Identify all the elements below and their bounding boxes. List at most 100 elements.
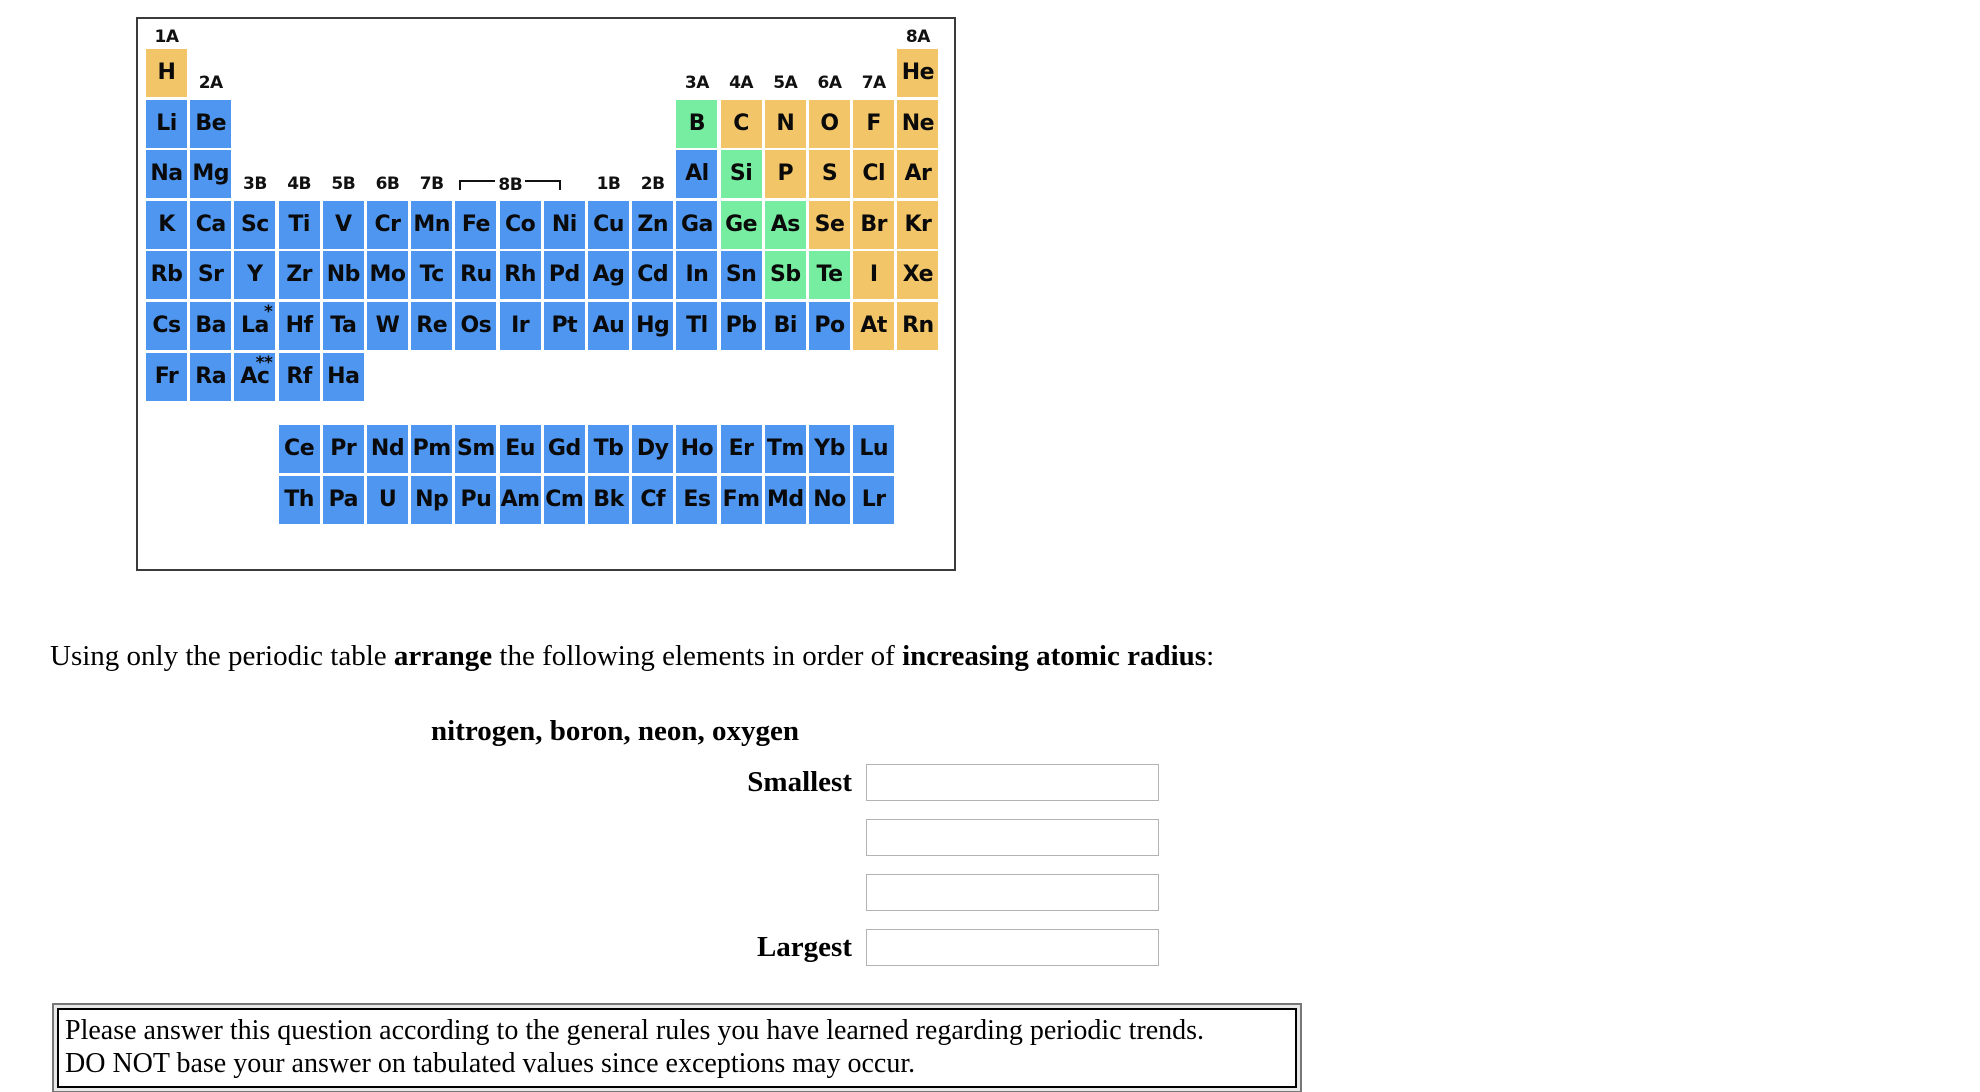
element-cell-i: I [853, 251, 895, 300]
smallest-label: Smallest [747, 766, 852, 798]
element-symbol: At [860, 313, 887, 338]
element-symbol: Sn [725, 262, 757, 288]
element-cell-ar: Ar [897, 150, 939, 199]
element-symbol: Ce [284, 436, 315, 462]
element-footnote-marker: ** [255, 352, 273, 373]
group-label-2a: 2A [198, 73, 224, 93]
element-cell-pt: Pt [543, 302, 585, 350]
element-symbol: Fe [461, 211, 491, 237]
prompt-text-2: the following elements in order of [492, 640, 903, 672]
answer-input-3[interactable] [866, 874, 1159, 911]
element-cell-pr: Pr [322, 425, 364, 474]
element-cell-ga: Ga [676, 200, 718, 249]
element-cell-lu: Lu [853, 425, 895, 474]
question-prompt: Using only the periodic table arrange th… [50, 640, 1214, 673]
element-cell-pm: Pm [411, 425, 453, 474]
group-label-4b: 4B [287, 174, 311, 195]
element-cell-fm: Fm [720, 475, 762, 524]
element-symbol: P [777, 161, 794, 187]
largest-label: Largest [756, 931, 852, 963]
group-label-1b: 1B [596, 174, 621, 195]
element-cell-cu: Cu [588, 200, 629, 249]
element-cell-yb: Yb [809, 425, 850, 474]
element-symbol: Eu [505, 436, 535, 462]
element-footnote-marker: * [264, 302, 273, 322]
element-symbol: Gd [547, 436, 581, 462]
instruction-note-box: Please answer this question according to… [52, 1003, 1302, 1092]
elements-list: nitrogen, boron, neon, oxygen [431, 715, 799, 747]
element-cell-tm: Tm [764, 425, 806, 474]
answer-row-2 [0, 810, 1230, 865]
element-symbol: F [866, 110, 881, 136]
element-symbol: Am [500, 486, 540, 512]
element-cell-se: Se [809, 200, 850, 249]
element-cell-na: Na [146, 150, 187, 199]
element-symbol: Hg [636, 313, 670, 338]
element-symbol: Pb [725, 313, 757, 338]
element-symbol: Y [247, 262, 263, 288]
element-symbol: B [688, 110, 706, 136]
element-cell-dy: Dy [632, 425, 674, 474]
element-cell-he: He [897, 49, 939, 97]
element-cell-ba: Ba [190, 302, 232, 350]
element-cell-s: S [809, 150, 850, 199]
element-symbol: Rh [504, 262, 536, 288]
element-cell-fr: Fr [146, 352, 187, 401]
element-symbol: Ti [288, 211, 310, 237]
element-cell-be: Be [190, 99, 232, 148]
element-cell-la: La * [234, 302, 276, 350]
element-cell-br: Br [853, 200, 895, 249]
element-symbol: Au [592, 313, 625, 338]
element-cell-p: P [764, 150, 806, 199]
element-cell-c: C [720, 99, 762, 148]
element-symbol: Fm [722, 486, 760, 512]
element-symbol: Os [460, 313, 492, 338]
answer-input-1[interactable] [866, 764, 1159, 801]
element-cell-nb: Nb [322, 251, 364, 300]
element-symbol: Pa [328, 486, 359, 512]
element-cell-b: B [676, 99, 718, 148]
element-cell-u: U [367, 475, 408, 524]
element-cell-cs: Cs [146, 302, 187, 350]
element-cell-xe: Xe [897, 251, 939, 300]
element-cell-sm: Sm [455, 425, 497, 474]
element-cell-ag: Ag [588, 251, 629, 300]
element-cell-co: Co [499, 200, 541, 249]
element-symbol: Be [195, 110, 227, 136]
group-label-3b: 3B [242, 174, 267, 195]
element-symbol: Rf [286, 363, 312, 389]
element-symbol: Es [683, 486, 711, 512]
element-symbol: Pd [548, 262, 580, 288]
periodic-table-grid: H He Li Be B C N O F Ne Na Mg Al Si P S Cl Ar K Ca Sc Ti V Cr Mn… [138, 19, 954, 569]
element-cell-am: Am [499, 475, 541, 524]
element-symbol: Cd [637, 262, 669, 288]
element-symbol: Cl [862, 161, 886, 187]
element-cell-o: O [809, 99, 850, 148]
element-symbol: Ir [511, 313, 530, 338]
element-cell-pd: Pd [543, 251, 585, 300]
element-cell-mg: Mg [190, 150, 232, 199]
element-symbol: He [901, 60, 935, 85]
element-symbol: Tc [419, 262, 445, 288]
element-cell-rf: Rf [278, 352, 320, 401]
element-symbol: Po [814, 313, 845, 338]
answer-input-2[interactable] [866, 819, 1159, 856]
element-symbol: Zn [637, 211, 668, 237]
element-cell-zr: Zr [278, 251, 320, 300]
element-symbol: Zr [286, 262, 312, 288]
element-cell-no: No [809, 475, 850, 524]
element-cell-ha: Ha [322, 352, 364, 401]
group-label-3a: 3A [684, 73, 710, 93]
element-symbol: Sc [240, 211, 269, 237]
element-symbol: V [335, 211, 352, 237]
element-symbol: Re [416, 313, 448, 338]
element-symbol: Ag [592, 262, 625, 288]
element-symbol: Hf [285, 313, 313, 338]
element-symbol: Bk [593, 486, 624, 512]
element-symbol: Cr [374, 211, 402, 237]
element-cell-as: As [764, 200, 806, 249]
element-cell-mo: Mo [367, 251, 408, 300]
instruction-note-inner: Please answer this question according to… [57, 1008, 1297, 1089]
answer-input-4[interactable] [866, 929, 1159, 966]
element-symbol: Ne [901, 110, 935, 136]
